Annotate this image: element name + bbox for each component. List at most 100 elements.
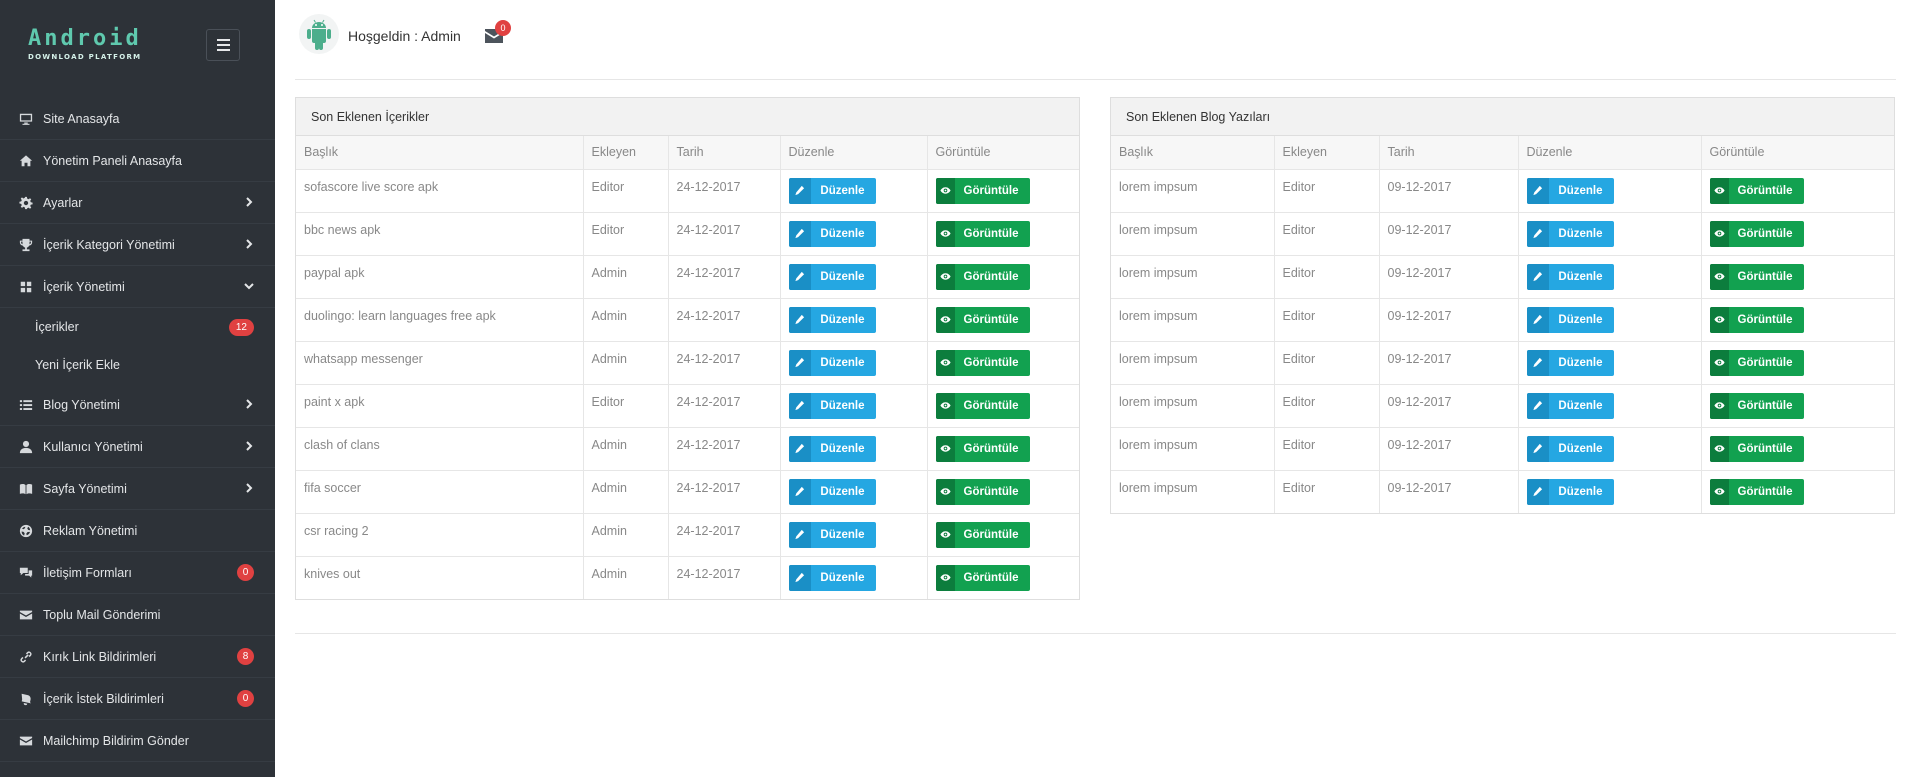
cell-title: knives out <box>296 556 584 599</box>
recent-blog-panel: Son Eklenen Blog Yazıları Başlık Ekleyen T… <box>1110 97 1895 514</box>
eye-icon <box>935 177 955 204</box>
eye-icon <box>935 521 955 548</box>
edit-button[interactable]: Düzenle <box>788 263 876 290</box>
edit-button[interactable]: Düzenle <box>788 564 876 591</box>
cell-edit: Düzenle <box>1518 384 1702 428</box>
pencil-icon <box>1526 220 1550 247</box>
eye-icon <box>935 478 955 505</box>
edit-button[interactable]: Düzenle <box>1526 306 1614 333</box>
eye-icon <box>1709 306 1729 333</box>
cell-title: paypal apk <box>296 255 584 299</box>
edit-button[interactable]: Düzenle <box>788 392 876 419</box>
sidebar-item-yonetim-paneli-anasayfa[interactable]: Yönetim Paneli Anasayfa <box>0 140 275 182</box>
edit-button[interactable]: Düzenle <box>1526 349 1614 376</box>
edit-button[interactable]: Düzenle <box>1526 435 1614 462</box>
column-header-goruntule: Görüntüle <box>1701 136 1894 170</box>
edit-button[interactable]: Düzenle <box>788 478 876 505</box>
brand-logo[interactable]: Android DOWNLOAD PLATFORM <box>28 28 158 62</box>
view-button[interactable]: Görüntüle <box>935 392 1030 419</box>
sidebar-item-blog-yonetimi[interactable]: Blog Yönetimi <box>0 384 275 426</box>
cell-title: bbc news apk <box>296 212 584 256</box>
sidebar-item-kirik-link-bildirimleri[interactable]: Kırık Link Bildirimleri 8 <box>0 636 275 678</box>
view-button[interactable]: Görüntüle <box>1709 306 1804 333</box>
pencil-icon <box>788 392 812 419</box>
view-button[interactable]: Görüntüle <box>1709 177 1804 204</box>
cell-view: Görüntüle <box>927 298 1079 342</box>
edit-button[interactable]: Düzenle <box>788 306 876 333</box>
view-button[interactable]: Görüntüle <box>935 564 1030 591</box>
view-button[interactable]: Görüntüle <box>935 263 1030 290</box>
view-button[interactable]: Görüntüle <box>935 521 1030 548</box>
view-button[interactable]: Görüntüle <box>935 177 1030 204</box>
edit-button[interactable]: Düzenle <box>1526 478 1614 505</box>
edit-button[interactable]: Düzenle <box>1526 220 1614 247</box>
sidebar-subitem-icerikler[interactable]: İçerikler 12 <box>0 308 275 346</box>
edit-button[interactable]: Düzenle <box>1526 263 1614 290</box>
view-button[interactable]: Görüntüle <box>935 306 1030 333</box>
edit-button[interactable]: Düzenle <box>788 220 876 247</box>
sidebar-item-icerik-kategori-yonetimi[interactable]: İçerik Kategori Yönetimi <box>0 224 275 266</box>
edit-button-label: Düzenle <box>1558 356 1603 369</box>
pencil-icon <box>1526 435 1550 462</box>
view-button[interactable]: Görüntüle <box>935 220 1030 247</box>
view-button-label: Görüntüle <box>963 528 1019 541</box>
edit-button[interactable]: Düzenle <box>788 349 876 376</box>
menu-toggle-button[interactable] <box>206 29 240 61</box>
sidebar-item-reklam-yonetimi[interactable]: Reklam Yönetimi <box>0 510 275 552</box>
sidebar-item-ayarlar[interactable]: Ayarlar <box>0 182 275 224</box>
sidebar-item-iletisim-formlari[interactable]: İletişim Formları 0 <box>0 552 275 594</box>
cell-date: 09-12-2017 <box>1379 212 1519 256</box>
cell-date: 09-12-2017 <box>1379 341 1519 385</box>
edit-button-label: Düzenle <box>1558 485 1603 498</box>
table-row: paint x apk Editor 24-12-2017 Düzenle Görünt… <box>296 384 1079 428</box>
sidebar-item-sayfa-yonetimi[interactable]: Sayfa Yönetimi <box>0 468 275 510</box>
sidebar-item-label: Site Anasayfa <box>43 111 120 126</box>
sidebar-item-site-anasayfa[interactable]: Site Anasayfa <box>0 98 275 140</box>
sidebar-item-icerik-yonetimi[interactable]: İçerik Yönetimi <box>0 266 275 308</box>
eye-icon <box>935 306 955 333</box>
eye-icon <box>1709 392 1729 419</box>
table-header-row: Başlık Ekleyen Tarih Düzenle Görüntüle <box>296 136 1079 170</box>
cell-title: lorem impsum <box>1111 212 1275 256</box>
view-button[interactable]: Görüntüle <box>1709 263 1804 290</box>
view-button[interactable]: Görüntüle <box>935 349 1030 376</box>
sidebar-item-kullanici-yonetimi[interactable]: Kullanıcı Yönetimi <box>0 426 275 468</box>
view-button[interactable]: Görüntüle <box>935 478 1030 505</box>
pencil-icon <box>788 349 812 376</box>
view-button[interactable]: Görüntüle <box>1709 478 1804 505</box>
edit-button-label: Düzenle <box>1558 270 1603 283</box>
chevron-right-icon <box>243 196 255 208</box>
column-header-duzenle: Düzenle <box>780 136 928 170</box>
view-button-label: Görüntüle <box>963 485 1019 498</box>
pencil-icon <box>1526 478 1550 505</box>
link-icon <box>18 649 34 665</box>
view-button-label: Görüntüle <box>963 313 1019 326</box>
edit-button[interactable]: Düzenle <box>1526 392 1614 419</box>
view-button[interactable]: Görüntüle <box>935 435 1030 462</box>
edit-button[interactable]: Düzenle <box>1526 177 1614 204</box>
view-button[interactable]: Görüntüle <box>1709 349 1804 376</box>
hamburger-icon-bar <box>216 44 230 46</box>
cell-date: 24-12-2017 <box>668 470 781 514</box>
edit-button[interactable]: Düzenle <box>788 435 876 462</box>
view-button[interactable]: Görüntüle <box>1709 220 1804 247</box>
sidebar-menu: Site Anasayfa Yönetim Paneli Anasayfa Ayar… <box>0 98 275 762</box>
cell-author: Editor <box>583 169 669 213</box>
sidebar-item-icerik-istek-bildirimleri[interactable]: İçerik İstek Bildirimleri 0 <box>0 678 275 720</box>
view-button-label: Görüntüle <box>963 356 1019 369</box>
sidebar-item-mailchimp-bildirim-gonder[interactable]: Mailchimp Bildirim Gönder <box>0 720 275 762</box>
sidebar-subitem-yeni-icerik-ekle[interactable]: Yeni İçerik Ekle <box>0 346 275 384</box>
table-row: fifa soccer Admin 24-12-2017 Düzenle Görüntü… <box>296 470 1079 514</box>
eye-icon <box>1709 349 1729 376</box>
sidebar-item-label: Kullanıcı Yönetimi <box>43 439 143 454</box>
cell-edit: Düzenle <box>780 212 928 256</box>
edit-button[interactable]: Düzenle <box>788 521 876 548</box>
view-button[interactable]: Görüntüle <box>1709 392 1804 419</box>
sidebar-item-toplu-mail-gonderimi[interactable]: Toplu Mail Gönderimi <box>0 594 275 636</box>
sidebar-item-label: Sayfa Yönetimi <box>43 481 127 496</box>
edit-button-label: Düzenle <box>820 184 865 197</box>
view-button[interactable]: Görüntüle <box>1709 435 1804 462</box>
edit-button[interactable]: Düzenle <box>788 177 876 204</box>
gear-icon <box>18 195 34 211</box>
chevron-right-icon <box>243 440 255 452</box>
